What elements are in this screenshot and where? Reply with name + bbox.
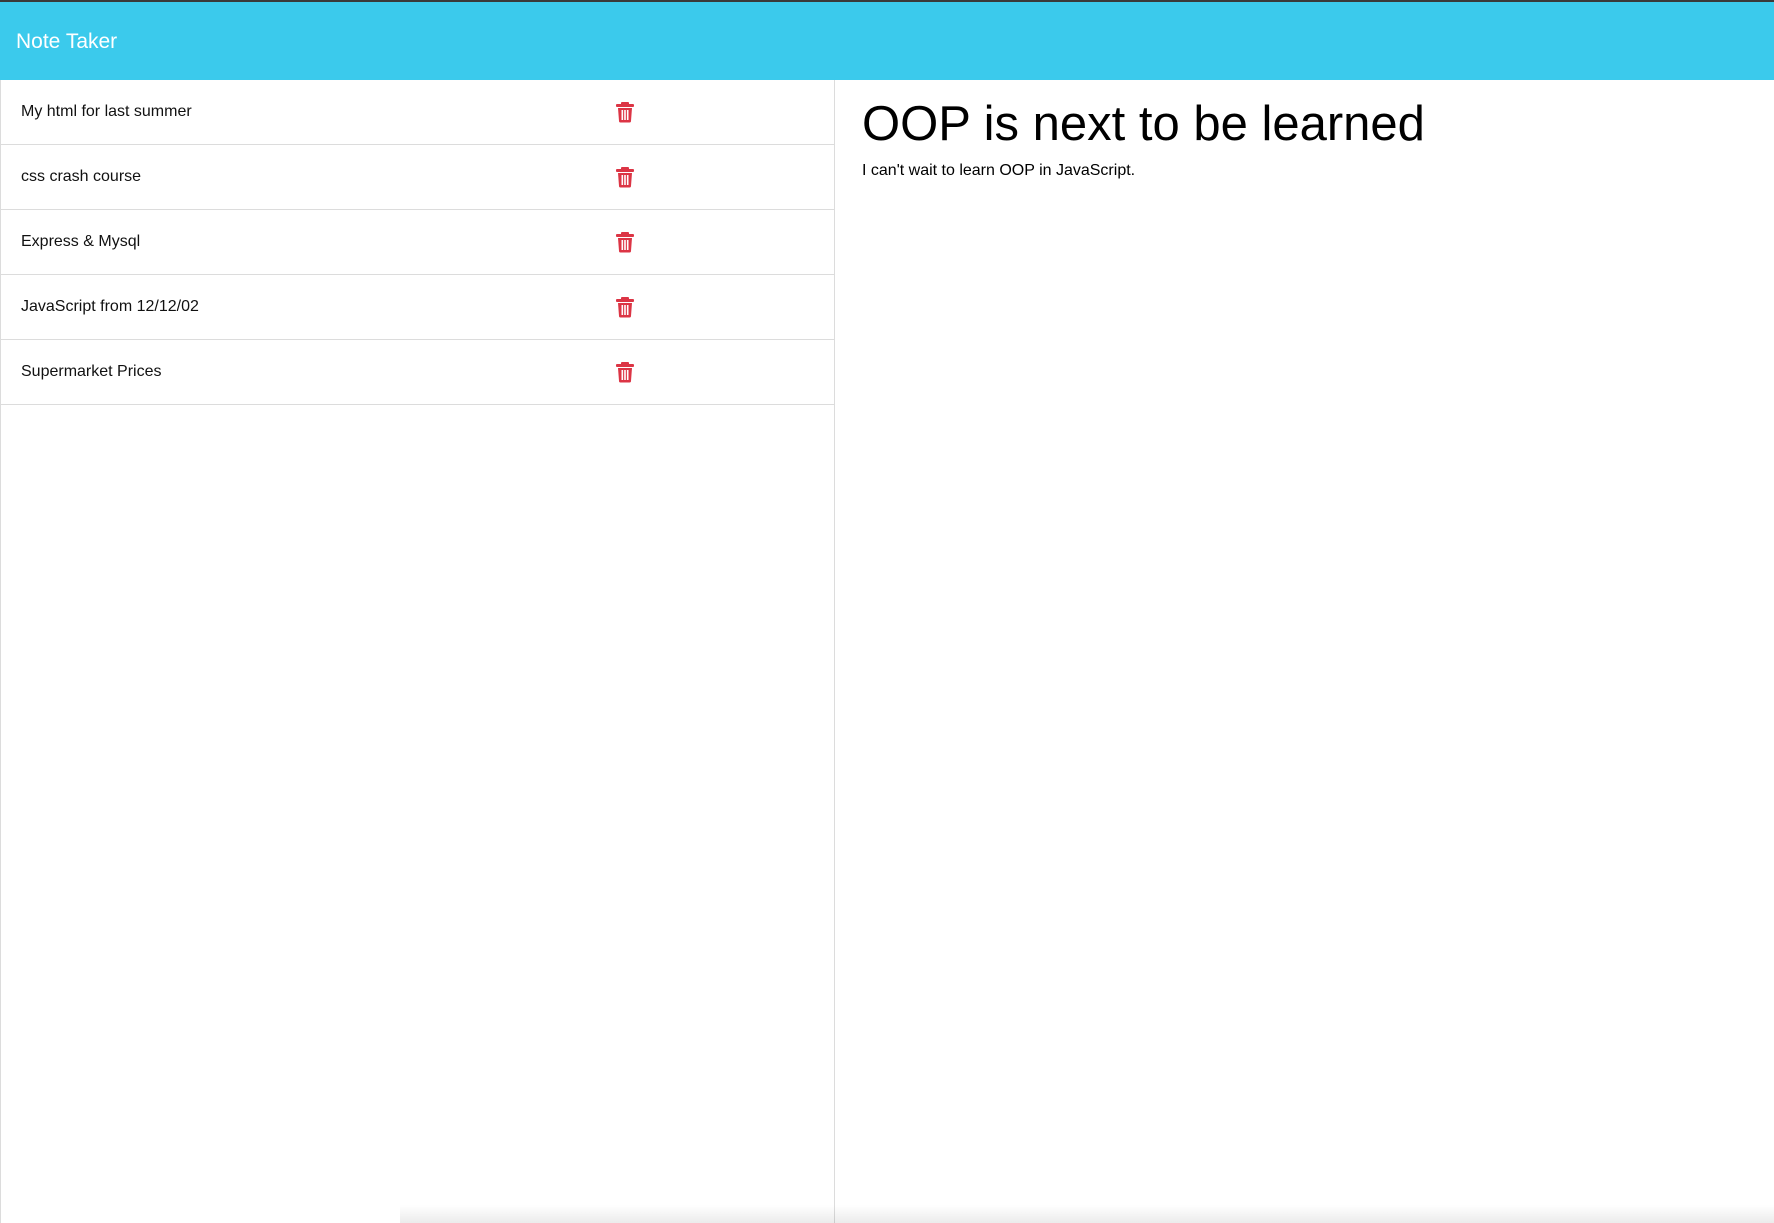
trash-icon <box>616 362 634 383</box>
note-list: My html for last summer css crash course <box>1 80 834 405</box>
note-title: Supermarket Prices <box>21 363 162 380</box>
brand-link[interactable]: Note Taker <box>16 28 117 56</box>
delete-note-button[interactable] <box>615 101 635 123</box>
note-list-item[interactable]: JavaScript from 12/12/02 <box>1 275 834 340</box>
note-title: Express & Mysql <box>21 233 141 250</box>
delete-note-button[interactable] <box>615 166 635 188</box>
navbar: Note Taker <box>0 0 1774 80</box>
trash-icon <box>616 102 634 123</box>
note-list-item[interactable]: Express & Mysql <box>1 210 834 275</box>
note-list-item[interactable]: css crash course <box>1 145 834 210</box>
note-title-display: OOP is next to be learned <box>862 97 1425 151</box>
trash-icon <box>616 167 634 188</box>
note-title: css crash course <box>21 168 142 185</box>
note-list-item[interactable]: Supermarket Prices <box>1 340 834 405</box>
note-title: JavaScript from 12/12/02 <box>21 298 199 315</box>
note-text-display: I can't wait to learn OOP in JavaScript. <box>862 162 1136 179</box>
delete-note-button[interactable] <box>615 361 635 383</box>
note-list-item[interactable]: My html for last summer <box>1 80 834 145</box>
note-list-panel: My html for last summer css crash course <box>0 80 835 1223</box>
delete-note-button[interactable] <box>615 231 635 253</box>
trash-icon <box>616 297 634 318</box>
delete-note-button[interactable] <box>615 296 635 318</box>
trash-icon <box>616 232 634 253</box>
bottom-shadow <box>400 1205 1774 1223</box>
note-view-panel: OOP is next to be learned I can't wait t… <box>835 80 1774 1223</box>
note-title: My html for last summer <box>21 103 192 120</box>
